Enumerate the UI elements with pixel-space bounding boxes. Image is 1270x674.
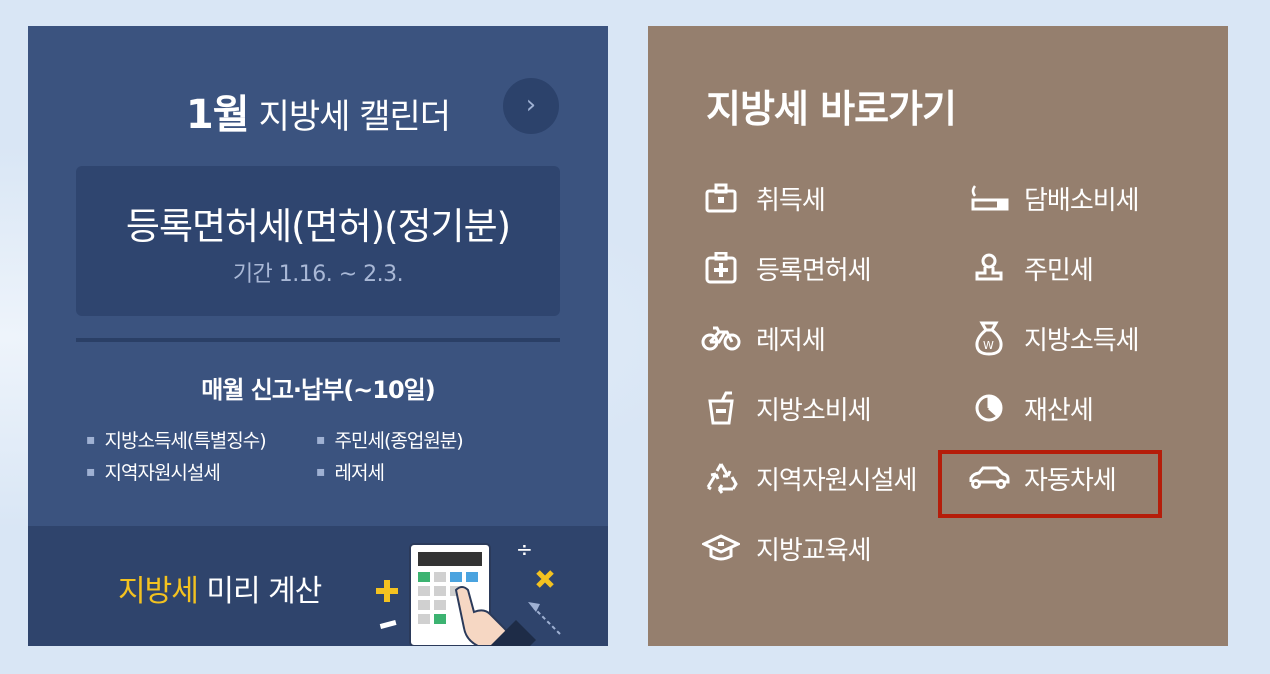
svg-text:÷: ÷	[516, 537, 533, 561]
event-period: 기간 1.16. ~ 2.3.	[232, 262, 404, 287]
calculator-illustration: ÷	[376, 537, 561, 646]
shortcut-label: 재산세	[1024, 395, 1094, 426]
shortcut-label: 주민세	[1024, 255, 1094, 286]
cigarette-icon	[968, 178, 1010, 218]
briefcase-icon	[700, 178, 742, 218]
graduation-cap-icon	[700, 528, 742, 568]
svg-text:W: W	[983, 339, 994, 352]
bicycle-icon	[700, 318, 742, 358]
list-item: ▪ 주민세(종업원분)	[316, 430, 464, 452]
monthly-deadline-title: 매월 신고·납부(~10일)	[201, 376, 435, 404]
shortcut-label: 지방교육세	[756, 535, 872, 566]
shortcut-registration-license-tax[interactable]: 등록면허세	[700, 246, 872, 290]
bullet-icon: ▪	[316, 432, 325, 448]
shortcut-label: 지방소득세	[1024, 325, 1140, 356]
shortcut-label: 취득세	[756, 185, 826, 216]
shortcut-local-income-tax[interactable]: W 지방소득세	[968, 316, 1140, 360]
bullet-icon: ▪	[316, 464, 325, 480]
chevron-right-icon: ›	[525, 90, 537, 120]
calendar-title: 지방세 캘린더	[258, 97, 451, 137]
shortcut-label: 등록면허세	[756, 255, 872, 286]
shortcut-label: 레저세	[756, 325, 826, 356]
shortcut-tobacco-consumption-tax[interactable]: 담배소비세	[968, 176, 1140, 220]
shortcut-leisure-tax[interactable]: 레저세	[700, 316, 826, 360]
shortcuts-title: 지방세 바로가기	[706, 87, 957, 131]
tax-shortcuts-panel: 지방세 바로가기 취득세 등록면허세 레저세 지방소비세 지역자원시설세 지방교…	[648, 26, 1228, 646]
money-bag-icon: W	[968, 318, 1010, 358]
bullet-icon: ▪	[86, 464, 95, 480]
shortcut-label: 지역자원시설세	[756, 465, 917, 496]
tax-calculator-link[interactable]: 지방세 미리 계산 ÷	[28, 526, 608, 646]
bullet-icon: ▪	[86, 432, 95, 448]
calendar-month: 1월	[185, 92, 250, 138]
shortcut-local-consumption-tax[interactable]: 지방소비세	[700, 386, 872, 430]
pie-chart-icon	[968, 388, 1010, 428]
shortcut-regional-resource-facility-tax[interactable]: 지역자원시설세	[700, 456, 917, 500]
next-month-button[interactable]: ›	[503, 78, 559, 134]
recycle-icon	[700, 458, 742, 498]
shortcut-resident-tax[interactable]: 주민세	[968, 246, 1094, 290]
list-item: ▪ 레저세	[316, 462, 385, 484]
tax-calendar-panel: 1월 지방세 캘린더 › 등록면허세(면허)(정기분) 기간 1.16. ~ 2.…	[28, 26, 608, 646]
shortcut-label: 지방소비세	[756, 395, 872, 426]
list-item: ▪ 지역자원시설세	[86, 462, 221, 484]
drink-cup-icon	[700, 388, 742, 428]
shortcut-acquisition-tax[interactable]: 취득세	[700, 176, 826, 220]
shortcut-property-tax[interactable]: 재산세	[968, 386, 1094, 430]
stamp-icon	[968, 248, 1010, 288]
medical-kit-icon	[700, 248, 742, 288]
section-divider	[76, 338, 560, 342]
shortcut-label: 담배소비세	[1024, 185, 1140, 216]
calculator-label: 지방세 미리 계산	[118, 574, 322, 609]
event-name: 등록면허세(면허)(정기분)	[125, 205, 511, 248]
calendar-event-card[interactable]: 등록면허세(면허)(정기분) 기간 1.16. ~ 2.3.	[76, 166, 560, 316]
list-item: ▪ 지방소득세(특별징수)	[86, 430, 267, 452]
shortcut-local-education-tax[interactable]: 지방교육세	[700, 526, 872, 570]
automobile-tax-highlight-box	[938, 450, 1162, 518]
